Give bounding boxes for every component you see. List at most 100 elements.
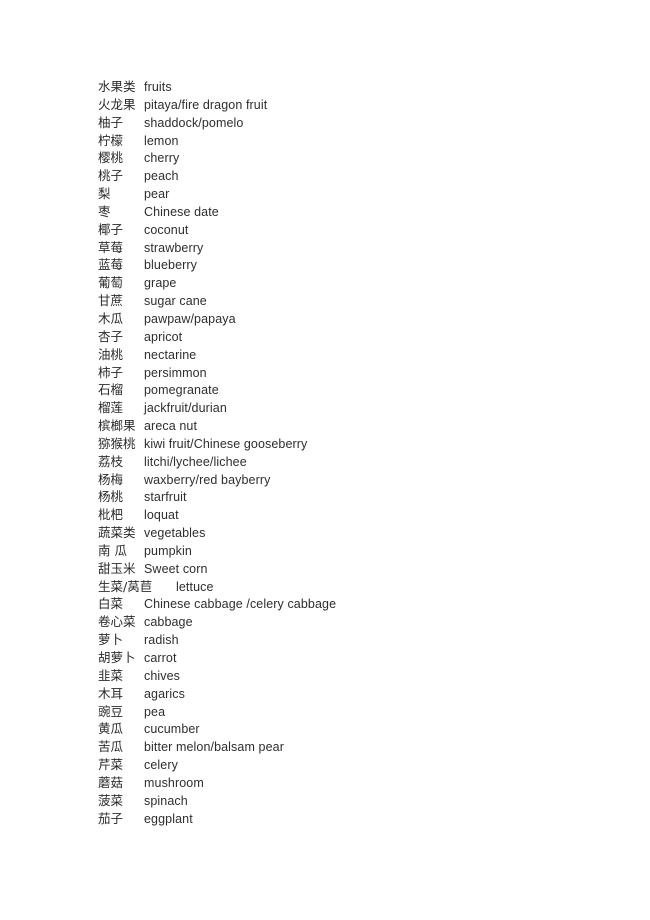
glossary-term: 草莓 [98, 239, 124, 255]
glossary-term: 蓝莓 [98, 257, 124, 273]
glossary-entry: 水果类 fruits [98, 78, 618, 96]
glossary-entry: 甘蔗 sugar cane [98, 292, 618, 310]
glossary-definition: waxberry/red bayberry [144, 472, 271, 487]
glossary-entry: 桃子 peach [98, 167, 618, 185]
glossary-entry: 杨桃 starfruit [98, 488, 618, 506]
glossary-entry: 胡萝卜 carrot [98, 649, 618, 667]
glossary-entry: 茄子 eggplant [98, 810, 618, 828]
glossary-entry: 枣 Chinese date [98, 203, 618, 221]
glossary-definition: grape [144, 276, 177, 291]
glossary-definition: pumpkin [144, 543, 192, 558]
glossary-entry: 木瓜 pawpaw/papaya [98, 310, 618, 328]
glossary-entry: 草莓 strawberry [98, 239, 618, 257]
glossary-entry: 南 瓜 pumpkin [98, 542, 618, 560]
glossary-entry: 柠檬 lemon [98, 132, 618, 150]
document-page: 水果类 fruits 火龙果 pitaya/fire dragon fruit 柚子 sh… [0, 0, 650, 920]
glossary-definition: peach [144, 169, 179, 184]
glossary-definition: eggplant [144, 811, 193, 826]
glossary-term: 黄瓜 [98, 721, 124, 737]
glossary-term: 水果类 [98, 79, 136, 94]
glossary-entry: 甜玉米 Sweet corn [98, 560, 618, 578]
glossary-definition: spinach [144, 793, 188, 808]
glossary-definition: cherry [144, 151, 180, 166]
glossary-term: 荔枝 [98, 453, 124, 469]
glossary-entry: 椰子 coconut [98, 221, 618, 239]
glossary-definition: celery [144, 758, 178, 773]
glossary-definition: litchi/lychee/lichee [144, 454, 247, 469]
glossary-definition: Chinese cabbage /celery cabbage [144, 597, 337, 612]
glossary-entry: 柚子 shaddock/pomelo [98, 114, 618, 132]
glossary-entry: 菠菜 spinach [98, 792, 618, 810]
glossary-definition: blueberry [144, 258, 198, 273]
glossary-term: 苦瓜 [98, 739, 124, 755]
glossary-definition: lettuce [176, 579, 214, 594]
glossary-list: 水果类 fruits 火龙果 pitaya/fire dragon fruit 柚子 sh… [98, 78, 618, 827]
glossary-definition: pear [144, 187, 170, 202]
glossary-definition: coconut [144, 222, 189, 237]
glossary-entry: 猕猴桃 kiwi fruit/Chinese gooseberry [98, 435, 618, 453]
glossary-entry: 荔枝 litchi/lychee/lichee [98, 453, 618, 471]
glossary-entry: 槟榔果 areca nut [98, 417, 618, 435]
glossary-definition: strawberry [144, 240, 204, 255]
glossary-term: 柠檬 [98, 132, 124, 148]
glossary-term: 枣 [98, 203, 111, 219]
glossary-entry: 卷心菜 cabbage [98, 613, 618, 631]
glossary-entry: 豌豆 pea [98, 703, 618, 721]
glossary-term: 白菜 [98, 596, 124, 612]
glossary-term: 胡萝卜 [98, 650, 136, 665]
glossary-term: 甜玉米 [98, 560, 136, 576]
glossary-definition: pea [144, 704, 166, 719]
glossary-definition: sugar cane [144, 294, 207, 309]
glossary-definition: pitaya/fire dragon fruit [144, 97, 268, 112]
glossary-term: 生菜/莴苣 [98, 578, 153, 594]
glossary-term: 梨 [98, 186, 111, 202]
glossary-entry: 生菜/莴苣 lettuce [98, 578, 618, 596]
glossary-definition: persimmon [144, 365, 207, 380]
glossary-definition: Chinese date [144, 204, 219, 219]
glossary-definition: cucumber [144, 722, 200, 737]
glossary-definition: jackfruit/durian [144, 401, 227, 416]
glossary-term: 木耳 [98, 685, 124, 701]
glossary-term: 韭菜 [98, 667, 124, 683]
glossary-term: 甘蔗 [98, 293, 124, 309]
glossary-definition: pawpaw/papaya [144, 311, 236, 326]
glossary-entry: 梨 pear [98, 185, 618, 203]
glossary-term: 火龙果 [98, 96, 136, 112]
glossary-entry: 木耳 agarics [98, 685, 618, 703]
glossary-definition: vegetables [144, 526, 206, 541]
glossary-definition: apricot [144, 329, 183, 344]
glossary-definition: mushroom [144, 775, 204, 790]
glossary-definition: Sweet corn [144, 561, 208, 576]
glossary-term: 槟榔果 [98, 418, 136, 434]
glossary-definition: shaddock/pomelo [144, 115, 244, 130]
glossary-entry: 石榴 pomegranate [98, 381, 618, 399]
glossary-entry: 樱桃 cherry [98, 149, 618, 167]
glossary-definition: starfruit [144, 490, 187, 505]
glossary-entry: 蘑菇 mushroom [98, 774, 618, 792]
glossary-term: 芹菜 [98, 757, 124, 773]
glossary-entry: 蔬菜类 vegetables [98, 524, 618, 542]
glossary-term: 萝卜 [98, 632, 124, 648]
glossary-term: 椰子 [98, 221, 124, 237]
glossary-term: 柿子 [98, 364, 124, 380]
glossary-definition: bitter melon/balsam pear [144, 740, 284, 755]
glossary-entry: 芹菜 celery [98, 756, 618, 774]
glossary-entry: 蓝莓 blueberry [98, 256, 618, 274]
glossary-entry: 黄瓜 cucumber [98, 720, 618, 738]
glossary-definition: kiwi fruit/Chinese gooseberry [144, 436, 308, 451]
glossary-entry: 榴莲 jackfruit/durian [98, 399, 618, 417]
glossary-definition: lemon [144, 133, 179, 148]
glossary-term: 南 瓜 [98, 542, 127, 558]
glossary-term: 石榴 [98, 382, 124, 398]
glossary-term: 杨梅 [98, 471, 124, 487]
glossary-definition: chives [144, 668, 181, 683]
glossary-term: 柚子 [98, 114, 124, 130]
glossary-entry: 火龙果 pitaya/fire dragon fruit [98, 96, 618, 114]
glossary-term: 榴莲 [98, 400, 124, 416]
glossary-definition: areca nut [144, 419, 198, 434]
glossary-entry: 葡萄 grape [98, 274, 618, 292]
glossary-term: 杨桃 [98, 489, 124, 505]
glossary-definition: agarics [144, 686, 185, 701]
glossary-term: 豌豆 [98, 703, 124, 719]
glossary-entry: 柿子 persimmon [98, 364, 618, 382]
